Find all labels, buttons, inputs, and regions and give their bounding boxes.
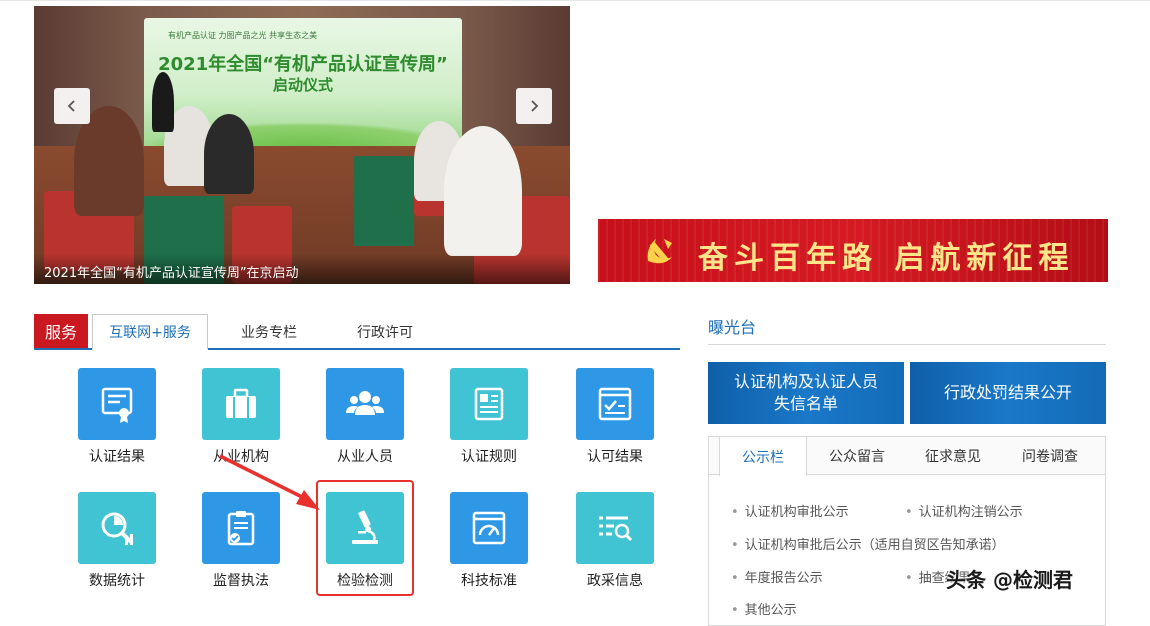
service-item-label: 监督执法: [213, 573, 269, 589]
tab-public-message[interactable]: 公众留言: [813, 437, 901, 475]
rules-document-icon: [450, 368, 528, 440]
tab-business-column[interactable]: 业务专栏: [214, 314, 324, 350]
tab-bulletin[interactable]: 公示栏: [719, 437, 807, 476]
service-item-statistics[interactable]: 数据统计: [62, 492, 172, 602]
service-item-label: 认证规则: [461, 449, 517, 465]
dishonest-list-line1: 认证机构及认证人员: [733, 372, 878, 391]
table: [354, 156, 414, 246]
tab-questionnaire[interactable]: 问卷调查: [1005, 437, 1095, 475]
service-item-label: 从业人员: [337, 449, 393, 465]
exposure-section-title: 曝光台: [708, 318, 757, 337]
watermark-text: 头条 @检测君: [946, 568, 1073, 592]
audience-person: [152, 72, 174, 132]
service-item-label: 数据统计: [89, 573, 145, 589]
tab-solicit-opinions[interactable]: 征求意见: [909, 437, 997, 475]
service-item-procurement-info[interactable]: 政采信息: [560, 492, 670, 602]
certificate-icon: [78, 368, 156, 440]
party-banner[interactable]: 奋斗百年路 启航新征程: [598, 219, 1108, 282]
notice-link[interactable]: 认证机构注销公示: [905, 501, 1023, 520]
highlight-box: [316, 480, 414, 596]
carousel-caption-text[interactable]: 2021年全国“有机产品认证宣传周”在京启动: [44, 262, 299, 281]
gauge-window-icon: [450, 492, 528, 564]
news-carousel[interactable]: 有机产品认证 力图产品之光 共享生态之美 2021年全国“有机产品认证宣传周” …: [34, 6, 570, 284]
party-emblem-icon: [647, 239, 672, 264]
notice-link[interactable]: 年度报告公示: [731, 567, 823, 586]
service-item-label: 认可结果: [587, 449, 643, 465]
event-screen-title: 2021年全国“有机产品认证宣传周”: [158, 54, 448, 75]
section-divider: [708, 344, 1106, 345]
tab-internet-plus-service[interactable]: 互联网+服务: [92, 314, 208, 350]
penalty-results-button[interactable]: 行政处罚结果公开: [910, 362, 1106, 424]
data-search-icon: [78, 492, 156, 564]
briefcase-icon: [202, 368, 280, 440]
notice-board: 公示栏 公众留言 征求意见 问卷调查 认证机构审批公示 认证机构注销公示 认证机…: [708, 436, 1106, 626]
service-item-label: 政采信息: [587, 573, 643, 589]
service-item-accreditation-results[interactable]: 认可结果: [560, 368, 670, 478]
carousel-caption[interactable]: 2021年全国“有机产品认证宣传周”在京启动: [34, 254, 570, 284]
service-item-practitioners[interactable]: 从业人员: [310, 368, 420, 478]
checklist-icon: [576, 368, 654, 440]
service-tab-bar: 服务 互联网+服务 业务专栏 行政许可: [34, 314, 680, 350]
event-screen-subtitle: 启动仪式: [272, 76, 333, 94]
notice-tab-bar: 公示栏 公众留言 征求意见 问卷调查: [709, 437, 1105, 476]
notice-link[interactable]: 认证机构审批公示: [731, 501, 849, 520]
people-icon: [326, 368, 404, 440]
chevron-left-icon: [67, 100, 75, 112]
notice-link[interactable]: 认证机构审批后公示（适用自贸区告知承诺）: [731, 534, 1005, 553]
chevron-right-icon: [531, 100, 539, 112]
service-item-certification-rules[interactable]: 认证规则: [434, 368, 544, 478]
service-section-label: 服务: [34, 314, 88, 348]
dishonest-list-line2: 失信名单: [773, 394, 838, 413]
service-item-technology-standards[interactable]: 科技标准: [434, 492, 544, 602]
notice-link[interactable]: 其他公示: [731, 599, 797, 618]
annotation-arrow-icon: [219, 454, 320, 510]
dishonest-list-button[interactable]: 认证机构及认证人员 失信名单: [708, 362, 904, 424]
carousel-prev-button[interactable]: [54, 88, 90, 124]
audience-person: [444, 126, 522, 256]
list-search-icon: [576, 492, 654, 564]
event-screen-slogan: 有机产品认证 力图产品之光 共享生态之美: [168, 31, 318, 40]
banner-slogan: 奋斗百年路 启航新征程: [698, 241, 1075, 276]
audience-person: [204, 114, 254, 194]
service-item-label: 科技标准: [461, 573, 517, 589]
service-item-label: 认证结果: [89, 449, 145, 465]
tab-administrative-license[interactable]: 行政许可: [330, 314, 440, 350]
service-item-certification-results[interactable]: 认证结果: [62, 368, 172, 478]
carousel-next-button[interactable]: [516, 88, 552, 124]
